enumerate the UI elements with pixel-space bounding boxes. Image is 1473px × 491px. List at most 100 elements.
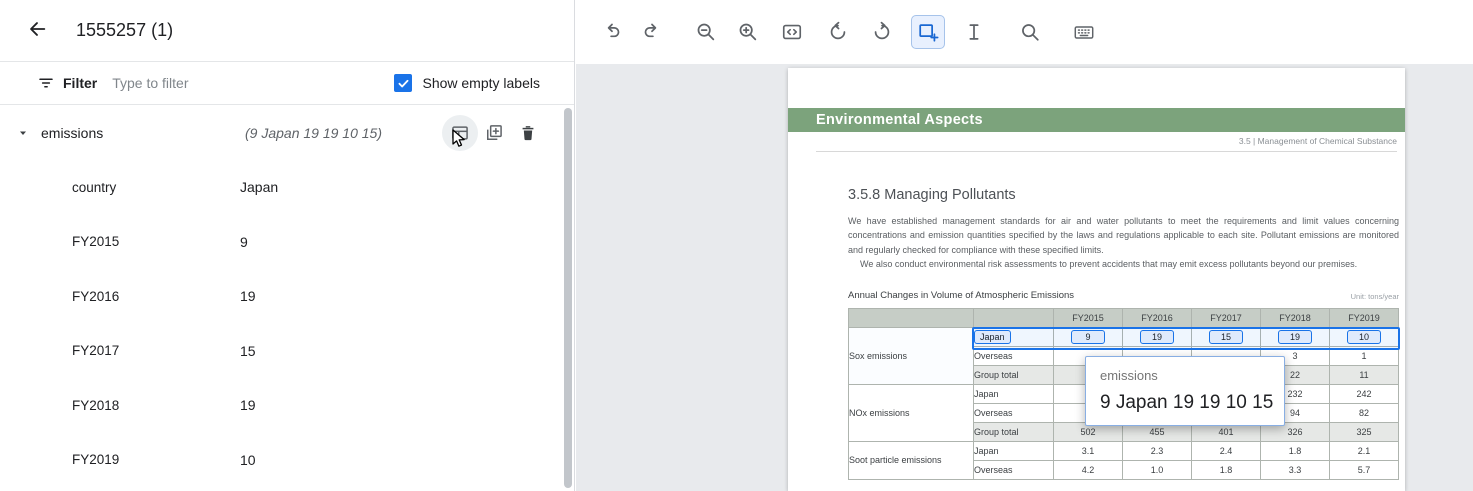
doc-table-group-cell[interactable]: Soot particle emissions: [849, 442, 974, 480]
checkbox-checked-icon: [394, 74, 412, 92]
keyboard-button[interactable]: [1067, 15, 1101, 49]
filter-bar: Filter Show empty labels: [0, 62, 574, 105]
rotate-left-button[interactable]: [821, 15, 855, 49]
arrow-left-icon: [26, 18, 48, 43]
doc-table-cell[interactable]: 9: [1054, 328, 1123, 347]
doc-table-cell[interactable]: 11: [1330, 366, 1399, 385]
label-value: 19: [240, 397, 256, 413]
doc-table-cell[interactable]: Group total: [974, 423, 1054, 442]
doc-table-cell[interactable]: 3.1: [1054, 442, 1123, 461]
label-group-row-emissions[interactable]: emissions (9 Japan 19 19 10 15): [0, 105, 574, 160]
doc-table-cell[interactable]: 1.0: [1123, 461, 1192, 480]
doc-table-cell[interactable]: 1: [1330, 347, 1399, 366]
label-row-FY2016[interactable]: FY201619: [0, 269, 574, 324]
doc-table-cell[interactable]: 1.8: [1261, 442, 1330, 461]
doc-table-cell[interactable]: Overseas: [974, 461, 1054, 480]
doc-table-header-cell: FY2019: [1330, 309, 1399, 328]
doc-table-cell[interactable]: Overseas: [974, 347, 1054, 366]
annotation-box[interactable]: Japan: [974, 330, 1011, 344]
filter-input[interactable]: [110, 74, 324, 92]
label-group-summary: (9 Japan 19 19 10 15): [245, 125, 382, 141]
code-view-button[interactable]: [775, 15, 809, 49]
annotation-panel: 1555257 (1) Filter Show empty labels emi…: [0, 0, 575, 491]
doc-table-cell[interactable]: 19: [1123, 328, 1192, 347]
label-row-FY2019[interactable]: FY201910: [0, 433, 574, 488]
annotation-box[interactable]: 10: [1347, 330, 1381, 344]
code-box-icon: [781, 21, 803, 43]
label-name: country: [0, 180, 116, 195]
doc-table-header-row: FY2015FY2016FY2017FY2018FY2019: [849, 309, 1399, 328]
doc-table-cell[interactable]: Group total: [974, 366, 1054, 385]
doc-table-cell[interactable]: 15: [1192, 328, 1261, 347]
doc-table-header-cell: FY2016: [1123, 309, 1192, 328]
doc-table-cell[interactable]: Japan: [974, 328, 1054, 347]
label-row-country[interactable]: country Japan: [0, 160, 574, 215]
section-reference: 3.5 | Management of Chemical Substance: [816, 136, 1397, 152]
document-page: Environmental Aspects 3.5 | Management o…: [788, 68, 1405, 491]
panel-header: 1555257 (1): [0, 0, 574, 62]
doc-table-group-cell[interactable]: NOx emissions: [849, 385, 974, 442]
add-copy-icon: [484, 123, 504, 143]
trash-icon: [518, 123, 538, 143]
doc-table-cell[interactable]: Japan: [974, 385, 1054, 404]
show-empty-labels-toggle[interactable]: Show empty labels: [394, 74, 540, 92]
show-empty-labels-label: Show empty labels: [422, 75, 540, 91]
label-group-name: emissions: [41, 125, 103, 141]
label-row-FY2017[interactable]: FY2017 15: [0, 324, 574, 379]
redo-button[interactable]: [635, 15, 669, 49]
doc-table-cell[interactable]: 2.3: [1123, 442, 1192, 461]
viewer-toolbar: [576, 0, 1473, 64]
add-region-button[interactable]: [911, 15, 945, 49]
delete-button[interactable]: [518, 123, 538, 143]
paragraph: We also conduct environmental risk asses…: [848, 257, 1399, 271]
document-title: 1555257 (1): [76, 20, 173, 41]
label-name: FY2015: [0, 234, 119, 249]
label-children: countryJapanFY20159FY201619FY201715FY201…: [0, 160, 574, 487]
doc-table-cell[interactable]: 2.4: [1192, 442, 1261, 461]
doc-table-header-cell: [849, 309, 974, 328]
doc-table-cell[interactable]: 242: [1330, 385, 1399, 404]
label-row-FY2015[interactable]: FY20159: [0, 215, 574, 270]
rotate-right-button[interactable]: [865, 15, 899, 49]
label-name: FY2017: [0, 343, 119, 358]
doc-table-cell[interactable]: 1.8: [1192, 461, 1261, 480]
doc-table-cell[interactable]: 19: [1261, 328, 1330, 347]
back-button[interactable]: [24, 18, 50, 44]
doc-table-row: Soot particle emissionsJapan3.12.32.41.8…: [849, 442, 1399, 461]
table-annotation-button[interactable]: [450, 123, 470, 143]
table-caption: Annual Changes in Volume of Atmospheric …: [848, 290, 1074, 301]
caret-down-icon[interactable]: [17, 127, 29, 139]
annotation-box[interactable]: 19: [1140, 330, 1174, 344]
rotate-left-icon: [827, 21, 849, 43]
doc-table-cell[interactable]: Japan: [974, 442, 1054, 461]
doc-table-cell[interactable]: 5.7: [1330, 461, 1399, 480]
undo-button[interactable]: [595, 15, 629, 49]
filter-label: Filter: [63, 75, 97, 91]
zoom-in-button[interactable]: [731, 15, 765, 49]
text-cursor-button[interactable]: [957, 15, 991, 49]
zoom-in-icon: [737, 21, 759, 43]
label-name: FY2016: [0, 289, 119, 304]
doc-table-cell[interactable]: 82: [1330, 404, 1399, 423]
doc-table-group-cell[interactable]: Sox emissions: [849, 328, 974, 385]
label-value: 10: [240, 452, 256, 468]
label-row-FY2018[interactable]: FY201819: [0, 378, 574, 433]
doc-table-cell[interactable]: 4.2: [1054, 461, 1123, 480]
zoom-out-button[interactable]: [689, 15, 723, 49]
label-value: Japan: [240, 179, 278, 195]
zoom-out-icon: [695, 21, 717, 43]
doc-table-cell[interactable]: 325: [1330, 423, 1399, 442]
doc-table-cell[interactable]: 10: [1330, 328, 1399, 347]
text-cursor-icon: [963, 21, 985, 43]
document-viewport[interactable]: Environmental Aspects 3.5 | Management o…: [576, 64, 1473, 491]
annotation-box[interactable]: 9: [1071, 330, 1105, 344]
label-value: 15: [240, 343, 256, 359]
doc-table-cell[interactable]: 2.1: [1330, 442, 1399, 461]
duplicate-button[interactable]: [484, 123, 504, 143]
search-button[interactable]: [1013, 15, 1047, 49]
scrollbar-thumb[interactable]: [564, 108, 572, 488]
annotation-box[interactable]: 19: [1278, 330, 1312, 344]
doc-table-cell[interactable]: Overseas: [974, 404, 1054, 423]
annotation-box[interactable]: 15: [1209, 330, 1243, 344]
doc-table-cell[interactable]: 3.3: [1261, 461, 1330, 480]
